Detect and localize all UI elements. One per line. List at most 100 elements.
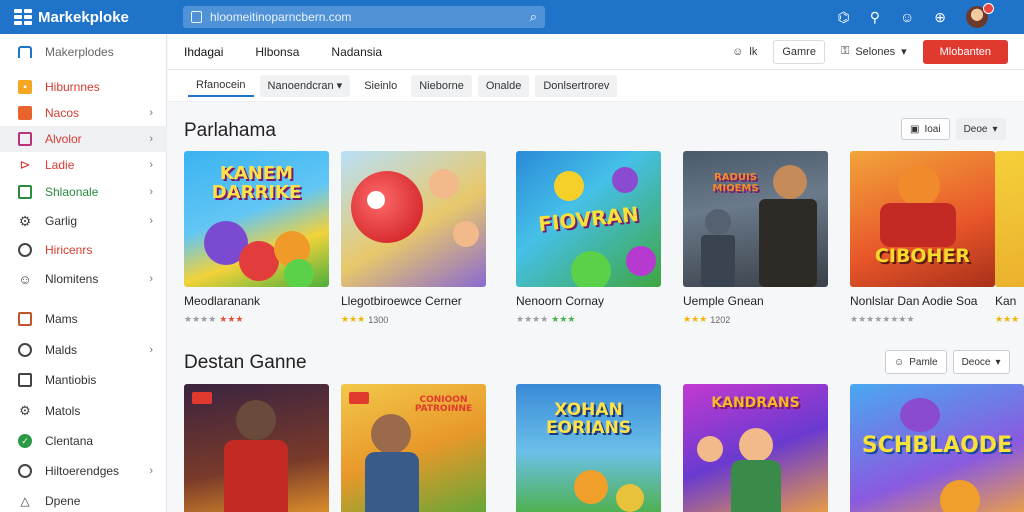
game-thumbnail: KANEM DARRIKE — [184, 151, 329, 287]
pin-icon[interactable]: ⚲ — [870, 9, 880, 26]
character-art — [880, 203, 956, 247]
sidebar-item-label: Dpene — [45, 494, 81, 508]
character-art — [351, 171, 423, 243]
filter-chip[interactable]: Nieborne — [411, 74, 472, 97]
avatar[interactable] — [966, 3, 994, 28]
section-filter-button[interactable]: ☺ Pamle — [885, 350, 947, 374]
app-logo[interactable]: Markekploke — [0, 9, 175, 26]
game-card[interactable]: KANEM DARRIKE Meodlaranank ★★★★ ★★★ — [184, 151, 329, 325]
character-art — [773, 165, 807, 199]
character-art — [900, 398, 940, 432]
home-icon — [18, 46, 32, 58]
sidebar-item-matols[interactable]: ⚙ Matols — [0, 398, 167, 424]
rating-row: ★★★ 1300 — [341, 314, 486, 325]
sidebar-item-label: Mantiobis — [45, 373, 97, 387]
thumbnail-title: FIOVRAN — [537, 201, 640, 237]
section-button-label: Pamle — [909, 356, 938, 368]
section-sort-dropdown[interactable]: Deoce ▾ — [952, 350, 1010, 374]
chevron-right-icon: › — [149, 215, 153, 227]
sidebar-item-nlomitens[interactable]: ☺ Nlomitens › — [0, 266, 167, 292]
character-art — [236, 400, 276, 440]
sidebar: Makerplodes ▪ Hiburnnes Nacos › Alvolor … — [0, 34, 167, 512]
sidebar-item-mams[interactable]: Mams — [0, 306, 167, 332]
rating-count: 1300 — [368, 314, 389, 325]
game-card[interactable] — [184, 384, 329, 512]
selones-label: Selones — [855, 45, 896, 58]
character-art — [731, 460, 781, 512]
sidebar-item-dpene[interactable]: △ Dpene — [0, 488, 167, 512]
sidebar-item-hiburnnes[interactable]: ▪ Hiburnnes — [0, 74, 167, 100]
game-card[interactable]: Kan ★★★ — [995, 151, 1024, 325]
game-card[interactable]: XOHAN EORIANS — [516, 384, 661, 512]
character-art — [284, 259, 314, 287]
thumbnail-title: SCHBLAODE — [861, 433, 1013, 458]
filter-chip-dropdown[interactable]: Nanoendcran ▾ — [259, 74, 351, 97]
sidebar-item-hiltoerendges[interactable]: Hiltoerendges › — [0, 458, 167, 484]
controller-icon[interactable]: ⌬ — [837, 9, 849, 26]
chevron-right-icon: › — [149, 273, 153, 285]
chevron-right-icon: › — [149, 133, 153, 145]
search-bar[interactable]: hloomeitinoparncbern.com ⌕ — [183, 6, 545, 28]
thumbnail-title: CIBOHER — [874, 245, 971, 267]
game-card[interactable]: FIOVRAN Nenoorn Cornay ★★★★ ★★★ — [516, 151, 661, 325]
character-art — [571, 251, 611, 287]
section-view-button[interactable]: ▣ Ioai — [901, 118, 950, 140]
sidebar-item-alvolor[interactable]: Alvolor › — [0, 126, 167, 152]
user-icon[interactable]: ☺ — [900, 9, 914, 25]
section-sort-dropdown[interactable]: Deoe ▾ — [955, 118, 1006, 140]
game-card[interactable]: KANDRANS — [683, 384, 828, 512]
chevron-down-icon: ▾ — [992, 123, 998, 135]
sidebar-item-garlig[interactable]: ⚙ Garlig › — [0, 208, 167, 234]
game-thumbnail — [995, 151, 1024, 287]
sidebar-item-hiricenrs[interactable]: Hiricenrs — [0, 237, 167, 263]
game-card[interactable]: Llegotbiroewce Cerner ★★★ 1300 — [341, 151, 486, 325]
filter-chip[interactable]: Onalde — [477, 74, 530, 97]
globe-icon[interactable]: ⊕ — [934, 9, 946, 26]
game-card[interactable]: CONIOON PATROINNE — [341, 384, 486, 512]
sidebar-item-shlaonale[interactable]: Shlaonale › — [0, 179, 167, 205]
sidebar-item-label: Mams — [45, 312, 78, 326]
account-button[interactable]: ☺ lk — [724, 39, 766, 64]
game-card[interactable]: RADUIS MIOEMS Uemple Gnean ★★★ 1202 — [683, 151, 828, 325]
sidebar-item-ladie[interactable]: ⊳ Ladie › — [0, 152, 167, 178]
character-art — [739, 428, 773, 462]
search-input[interactable]: hloomeitinoparncbern.com — [210, 10, 522, 24]
chart-icon — [18, 185, 32, 199]
filter-chip[interactable]: Rfanocein — [188, 74, 254, 97]
selones-dropdown[interactable]: ⚿ Selones ▾ — [832, 39, 915, 64]
search-icon[interactable]: ⌕ — [530, 9, 537, 25]
sidebar-item-mantiobis[interactable]: Mantiobis — [0, 367, 167, 393]
chevron-right-icon: › — [149, 465, 153, 477]
sidebar-item-clentana[interactable]: ✓ Clentana — [0, 428, 167, 454]
game-button[interactable]: Gamre — [773, 39, 825, 64]
sidebar-item-label: Clentana — [45, 434, 94, 448]
sidebar-item-malds[interactable]: Malds › — [0, 337, 167, 363]
settings-icon: ⚙ — [19, 403, 31, 418]
game-card[interactable]: SCHBLAODE — [850, 384, 1024, 512]
game-thumbnail: CONIOON PATROINNE — [341, 384, 486, 512]
tab-nadansia[interactable]: Nadansia — [331, 45, 382, 59]
sidebar-item-label: Makerplodes — [45, 45, 114, 59]
rating-stars: ★★★★★★★★ — [850, 314, 915, 324]
filter-chip[interactable]: Donlsertrorev — [535, 74, 618, 97]
game-card[interactable]: CIBOHER Nonlslar Dan Aodie Soa ★★★★★★★★ — [850, 151, 995, 325]
rating-stars-active: ★★★ — [219, 314, 244, 324]
sidebar-item-home[interactable]: Makerplodes — [0, 39, 167, 65]
sidebar-item-nacos[interactable]: Nacos › — [0, 100, 167, 126]
game-thumbnail — [341, 151, 486, 287]
thumbnail-title: XOHAN EORIANS — [545, 400, 632, 438]
character-art — [429, 169, 459, 199]
warning-icon: △ — [20, 494, 30, 508]
main-content: Ihdagai Hlbonsa Nadansia ☺ lk Gamre ⚿ Se… — [168, 34, 1024, 512]
tab-hlbonsa[interactable]: Hlbonsa — [255, 45, 299, 59]
filter-chip[interactable]: Sieinlo — [356, 74, 406, 97]
character-art — [574, 470, 608, 504]
chevron-down-icon: ▾ — [336, 80, 343, 92]
bag-icon — [18, 106, 32, 120]
rating-stars: ★★★★ — [516, 314, 549, 324]
primary-action-button[interactable]: Mlobanten — [922, 39, 1008, 64]
character-art — [612, 167, 638, 193]
character-art — [705, 209, 731, 235]
tab-ihdagai[interactable]: Ihdagai — [184, 45, 223, 59]
grid-view-icon: ▣ — [910, 123, 920, 135]
